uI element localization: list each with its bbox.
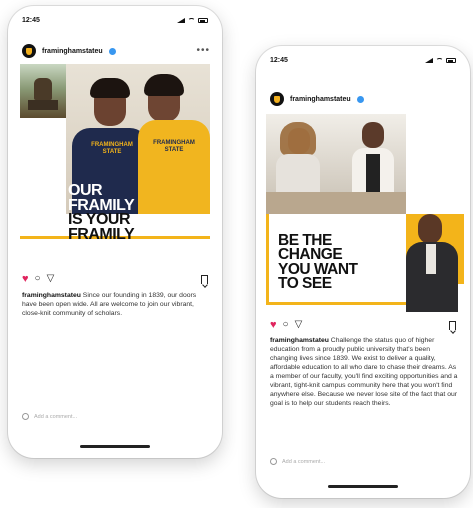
post-header: framinghamstateu [270,92,458,106]
caption-text: Challenge the status quo of higher educa… [270,337,458,407]
home-indicator [328,485,398,488]
status-bar: 12:45 [22,14,208,26]
yellow-left-border [266,214,269,304]
share-icon[interactable]: ▽ [295,320,303,330]
status-icons [177,17,208,23]
comment-icon[interactable]: ○ [283,320,289,330]
yellow-bottom-border [266,302,416,305]
heart-icon[interactable]: ♥ [22,274,29,285]
comment-input[interactable]: Add a comment... [282,459,325,465]
wifi-icon [436,57,443,63]
username[interactable]: framinghamstateu [42,48,103,55]
bookmark-icon[interactable] [201,274,208,284]
classroom-photo [266,114,406,214]
signal-icon [177,17,185,23]
comment-bar[interactable]: Add a comment... [22,413,208,420]
status-time: 12:45 [270,56,288,64]
phone-mockup-left: 12:45 framinghamstateu ••• FRAMINGHAM ST… [8,6,222,458]
ram-logo-icon [26,47,32,55]
share-icon[interactable]: ▽ [47,274,55,284]
post-actions: ♥ ○ ▽ [22,274,208,285]
sweatshirt-text-left: FRAMINGHAM STATE [91,142,133,155]
post-caption: framinghamstateu Since our founding in 1… [22,291,210,318]
more-options-icon[interactable]: ••• [196,46,210,56]
heart-icon[interactable]: ♥ [270,320,277,331]
status-time: 12:45 [22,16,40,24]
avatar[interactable] [270,92,284,106]
ram-logo-icon [274,95,280,103]
verified-icon [108,47,116,55]
post-header: framinghamstateu ••• [22,44,210,58]
phone-mockup-right: 12:45 framinghamstateu BE THE CHANGE YOU… [256,46,470,498]
avatar[interactable] [22,44,36,58]
caption-username[interactable]: framinghamstateu [270,337,329,344]
comment-icon[interactable]: ○ [35,274,41,284]
emoji-icon[interactable] [22,413,29,420]
post-headline: BE THE CHANGE YOU WANT TO SEE [278,232,358,292]
post-actions: ♥ ○ ▽ [270,320,456,331]
battery-icon [446,57,456,63]
home-indicator [80,445,150,448]
gold-sweatshirt: FRAMINGHAM STATE [138,120,210,214]
battery-icon [198,17,208,23]
verified-icon [356,95,364,103]
professor-photo [404,210,464,314]
caption-username[interactable]: framinghamstateu [22,292,81,299]
comment-bar[interactable]: Add a comment... [270,458,456,465]
post-caption: framinghamstateu Challenge the status qu… [270,336,458,408]
statue-photo [20,64,66,118]
post-image: BE THE CHANGE YOU WANT TO SEE [266,114,464,314]
status-bar: 12:45 [270,54,456,66]
signal-icon [425,57,433,63]
bookmark-icon[interactable] [449,320,456,330]
username[interactable]: framinghamstateu [290,96,351,103]
sweatshirt-text-right: FRAMINGHAM STATE [153,140,195,153]
post-image: FRAMINGHAM STATE FRAMINGHAM STATE OUR FR… [20,64,210,250]
wifi-icon [188,17,195,23]
comment-input[interactable]: Add a comment... [34,414,77,420]
status-icons [425,57,456,63]
post-headline: OUR FRAMILY IS YOUR FRAMILY [68,182,135,244]
emoji-icon[interactable] [270,458,277,465]
